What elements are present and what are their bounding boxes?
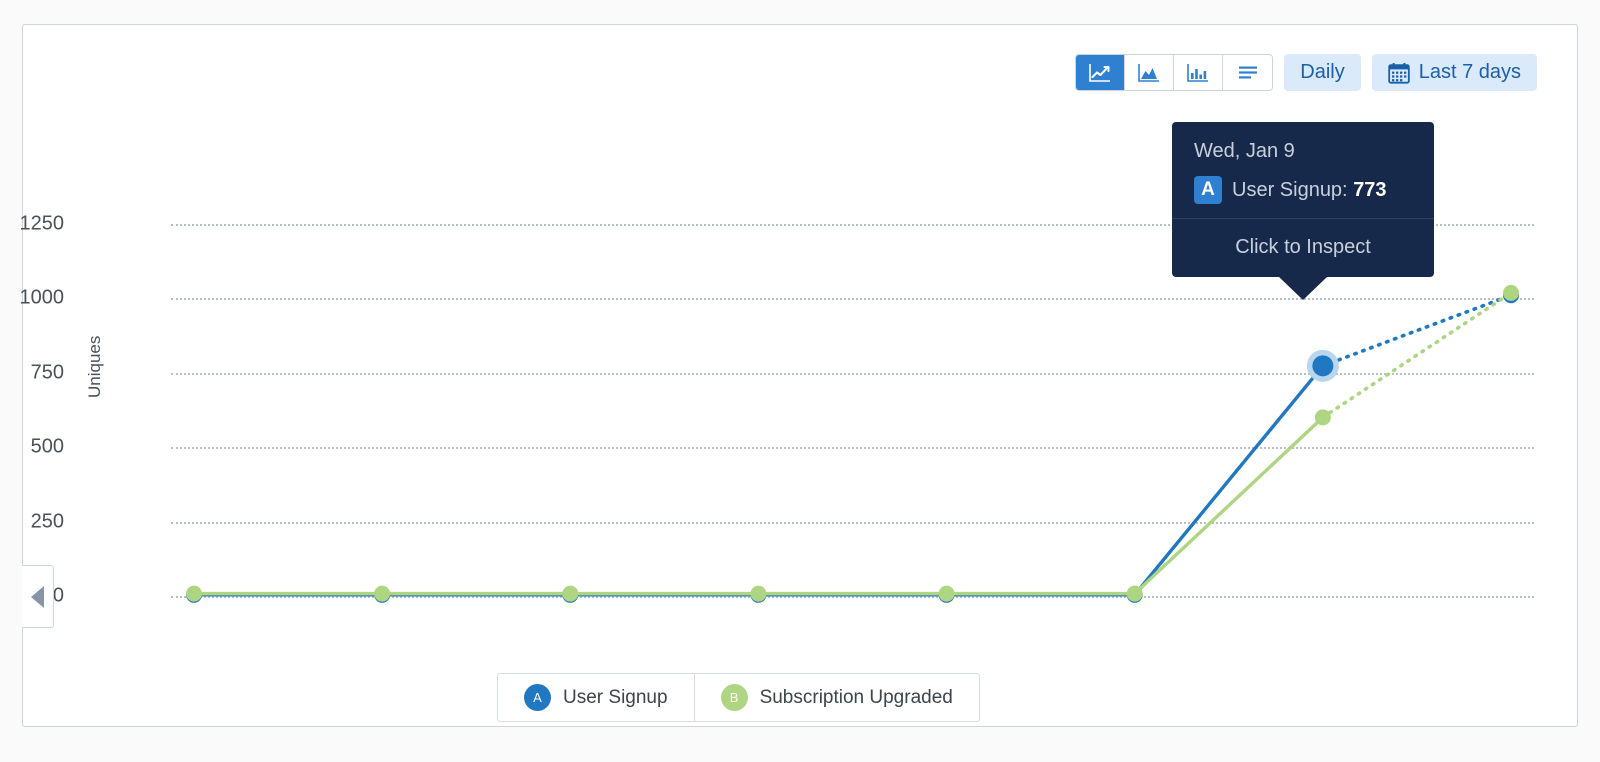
tooltip-body: Wed, Jan 9 A User Signup: 773 [1172,122,1434,218]
chevron-left-icon [31,585,44,608]
interval-label: Daily [1300,61,1345,83]
legend-label-subscription-upgraded: Subscription Upgraded [759,686,953,708]
date-range-selector[interactable]: Last 7 days [1371,54,1537,91]
y-tick-label: 750 [30,361,64,384]
y-tick-label: 1250 [19,212,65,235]
y-axis-title: Uniques [85,335,104,398]
date-range-label: Last 7 days [1418,61,1521,83]
chart-toolbar: Daily Last 7 days [1075,54,1537,91]
list-view-icon [1238,66,1257,78]
tooltip-inspect-action[interactable]: Click to Inspect [1172,219,1434,277]
tooltip-metric: User Signup: 773 [1232,179,1387,202]
tooltip-metric-value: 773 [1353,178,1387,201]
calendar-icon [1388,62,1410,84]
data-point[interactable] [374,585,391,602]
y-tick-label: 250 [30,510,64,533]
data-point[interactable] [750,585,767,602]
y-tick-label: 1000 [19,286,65,309]
series-projection-b [1321,291,1513,420]
series-line-b [194,416,1325,596]
legend-item-subscription-upgraded[interactable]: B Subscription Upgraded [695,674,979,721]
data-point[interactable] [938,585,955,602]
chart-tooltip: Wed, Jan 9 A User Signup: 773 Click to I… [1172,122,1434,300]
area-chart-toggle[interactable] [1125,55,1175,90]
tooltip-arrow [1278,276,1328,300]
legend-badge-a: A [524,684,551,711]
list-view-toggle[interactable] [1223,55,1273,90]
tooltip-metric-row: A User Signup: 773 [1194,176,1412,204]
interval-selector[interactable]: Daily [1284,54,1361,91]
data-point[interactable] [1503,284,1519,301]
chart-legend: A User Signup B Subscription Upgraded [497,673,980,722]
page-root: Daily Last 7 days Uniques 0 250 500 750 … [0,0,1600,762]
bar-chart-toggle[interactable] [1174,55,1224,90]
y-tick-label: 500 [30,435,64,458]
tooltip-series-badge: A [1194,176,1222,204]
line-chart-toggle[interactable] [1076,55,1126,90]
tooltip-metric-label: User Signup: [1232,178,1348,201]
area-chart-icon [1138,63,1160,82]
bar-chart-icon [1187,63,1209,82]
legend-label-user-signup: User Signup [563,686,668,708]
legend-badge-b: B [720,684,748,711]
series-line-a [194,364,1325,597]
data-point[interactable] [1312,355,1334,377]
data-point[interactable] [1314,409,1331,426]
chart-type-toggle-group [1075,54,1274,91]
legend-item-user-signup[interactable]: A User Signup [498,674,695,721]
tooltip-date: Wed, Jan 9 [1194,140,1295,162]
data-point[interactable] [562,585,579,602]
sidebar-collapse-handle[interactable] [22,565,54,628]
data-point[interactable] [186,585,202,602]
data-point[interactable] [1126,585,1143,602]
line-chart-icon [1089,63,1111,82]
